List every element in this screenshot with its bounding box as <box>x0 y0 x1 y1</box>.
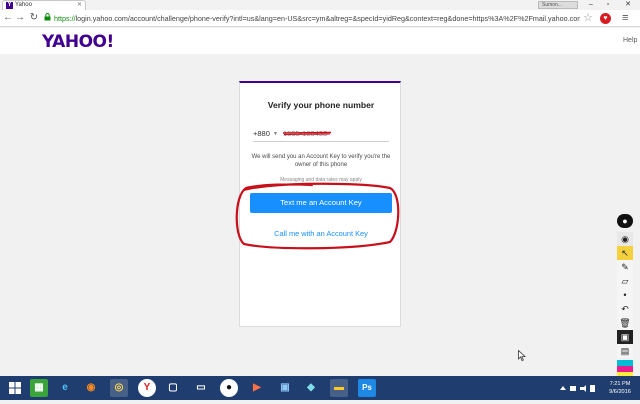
clock-time: 7:21 PM <box>609 381 631 387</box>
windows-icon <box>9 382 21 394</box>
close-tab-icon[interactable]: ✕ <box>77 1 82 10</box>
address-bar-row: ← → ↻ https://login.yahoo.com/account/ch… <box>0 10 640 27</box>
chevron-down-icon[interactable]: ▼ <box>273 131 278 137</box>
url-protocol: https:// <box>54 14 76 23</box>
internet-explorer-icon[interactable]: e <box>56 379 74 397</box>
pointer-icon[interactable]: ↖ <box>617 246 633 260</box>
tab-title: Yahoo <box>15 2 32 8</box>
lock-icon <box>44 13 51 21</box>
eye-icon[interactable]: ◉ <box>617 232 633 246</box>
extension-icon[interactable]: ♥ <box>600 13 611 24</box>
url-field[interactable]: https://login.yahoo.com/account/challeng… <box>54 13 580 24</box>
minimize-icon[interactable]: – <box>583 0 599 9</box>
bulb-icon[interactable]: ● <box>220 379 238 397</box>
reload-icon[interactable]: ↻ <box>28 12 40 24</box>
yahoo-favicon-icon: Y <box>6 2 13 9</box>
media-icon[interactable]: ▶ <box>248 379 266 397</box>
page-content: YAHOO! Help Verify your phone number +88… <box>0 28 640 396</box>
card-title: Verify your phone number <box>267 100 375 110</box>
browser-menu-icon[interactable]: ≡ <box>622 12 628 24</box>
browser-title-bar: Y Yahoo ✕ Sumon... – ▫ ✕ <box>0 0 640 10</box>
trash-icon[interactable]: 🗑 <box>617 316 633 330</box>
pen-icon[interactable]: ✎ <box>617 260 633 274</box>
firefox-icon[interactable]: ◉ <box>82 379 100 397</box>
bookmark-star-icon[interactable]: ☆ <box>583 11 593 24</box>
system-clock[interactable]: 7:21 PM 9/6/2016 <box>603 380 637 396</box>
dot-icon[interactable]: • <box>617 288 633 302</box>
redaction-scribble <box>282 131 332 135</box>
url-text: login.yahoo.com/account/challenge/phone-… <box>75 14 580 23</box>
photoshop-icon[interactable]: Ps <box>358 379 376 397</box>
remote-desktop-icon[interactable]: ▣ <box>276 379 294 397</box>
maximize-icon[interactable]: ▫ <box>600 0 616 9</box>
tool-icon[interactable]: ◆ <box>302 379 320 397</box>
taskbar: ▦ e ◉ ◎ Y ▢ ▭ ● ▶ ▣ ◆ ▬ Ps 7:21 PM 9/6/2… <box>0 376 640 400</box>
app-icon[interactable]: ▢ <box>164 379 182 397</box>
info-icon[interactable]: ● <box>617 214 633 228</box>
clock-date: 9/6/2016 <box>609 389 631 395</box>
forward-icon[interactable]: → <box>14 12 26 24</box>
folder-icon[interactable]: ▬ <box>330 379 348 397</box>
annotation-circle <box>235 182 400 250</box>
help-link[interactable]: Help <box>623 37 637 44</box>
description-text: We will send you an Account Key to verif… <box>251 154 391 168</box>
file-app-icon[interactable]: ▦ <box>30 379 48 397</box>
mouse-pointer-icon <box>518 350 526 361</box>
phone-field-underline <box>253 141 389 142</box>
back-icon[interactable]: ← <box>2 12 14 24</box>
yandex-icon[interactable]: Y <box>138 379 156 397</box>
close-window-icon[interactable]: ✕ <box>618 0 638 9</box>
system-tray-icons <box>560 385 595 392</box>
undo-icon[interactable]: ↶ <box>617 302 633 316</box>
eraser-icon[interactable]: ▱ <box>617 274 633 288</box>
chrome-icon[interactable]: ◎ <box>110 379 128 397</box>
clipboard-icon[interactable]: ▤ <box>617 344 633 358</box>
page-header: YAHOO! Help <box>0 28 640 54</box>
camera-icon[interactable]: ▣ <box>617 330 633 344</box>
start-button[interactable] <box>6 379 24 397</box>
profile-badge[interactable]: Sumon... <box>538 1 578 9</box>
yahoo-logo[interactable]: YAHOO! <box>42 32 114 52</box>
app-window-icon[interactable]: ▭ <box>192 379 210 397</box>
browser-tab[interactable]: Y Yahoo ✕ <box>2 0 86 10</box>
country-code-select[interactable]: +880 <box>253 129 270 138</box>
